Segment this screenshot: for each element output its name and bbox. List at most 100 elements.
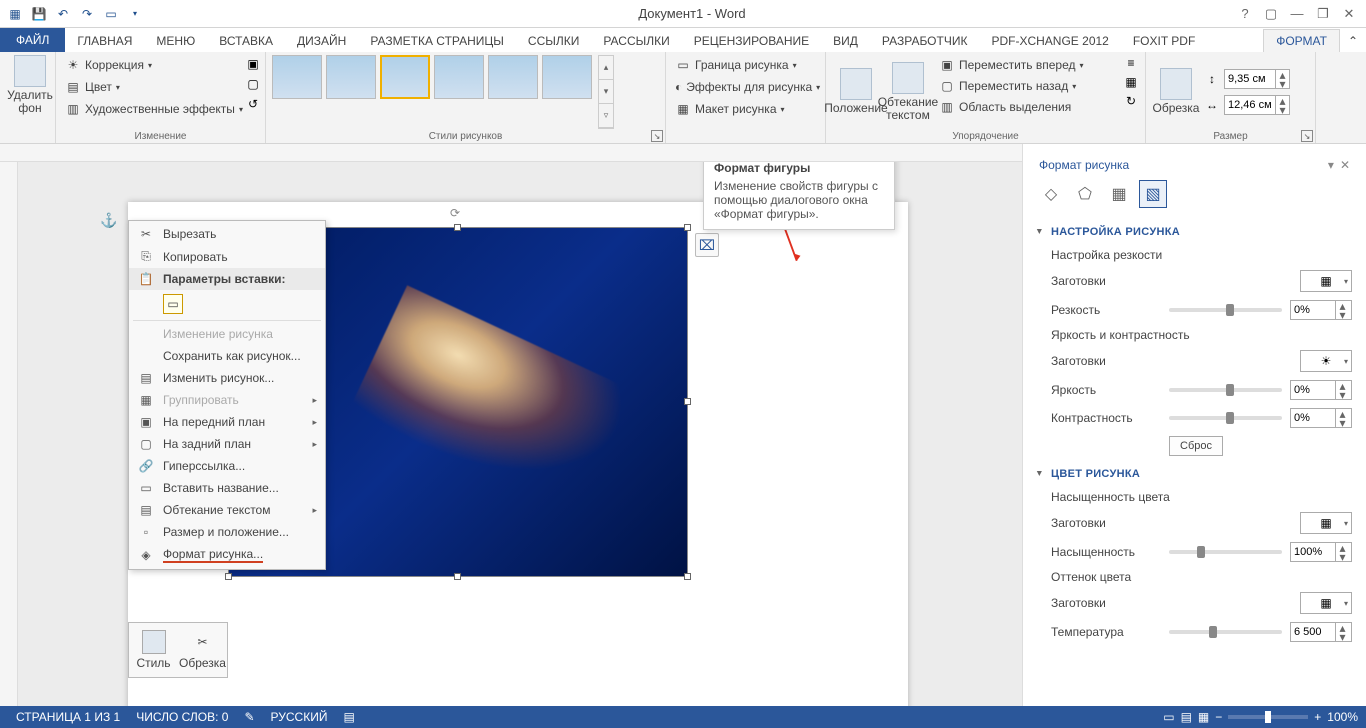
resize-handle[interactable] bbox=[684, 398, 691, 405]
ctx-insert-caption[interactable]: ▭Вставить название... bbox=[129, 477, 325, 499]
align-icon[interactable]: ≡ bbox=[1123, 55, 1139, 71]
bc-presets-combo[interactable]: ☀ bbox=[1300, 350, 1352, 372]
tab-layout[interactable]: РАЗМЕТКА СТРАНИЦЫ bbox=[358, 30, 516, 52]
ctx-copy[interactable]: ⎘Копировать bbox=[129, 245, 325, 268]
ctx-save-as-picture[interactable]: Сохранить как рисунок... bbox=[129, 345, 325, 367]
picture-styles-gallery[interactable] bbox=[272, 55, 592, 129]
ctx-send-to-back[interactable]: ▢На задний план▸ bbox=[129, 433, 325, 455]
status-proof-icon[interactable]: ✎ bbox=[236, 710, 262, 724]
rotate-icon[interactable]: ↻ bbox=[1123, 93, 1139, 109]
restore-icon[interactable]: ❐ bbox=[1312, 3, 1334, 25]
width-input[interactable]: ▴▾ bbox=[1224, 95, 1290, 115]
layout-tab-icon[interactable]: ▦ bbox=[1105, 180, 1133, 208]
tab-review[interactable]: РЕЦЕНЗИРОВАНИЕ bbox=[682, 30, 821, 52]
resize-handle[interactable] bbox=[225, 573, 232, 580]
style-item[interactable] bbox=[542, 55, 592, 99]
temperature-slider[interactable] bbox=[1169, 630, 1282, 634]
style-item[interactable] bbox=[326, 55, 376, 99]
resize-handle[interactable] bbox=[454, 224, 461, 231]
compress-icon[interactable]: ▣ bbox=[245, 56, 261, 72]
zoom-in-icon[interactable]: + bbox=[1314, 710, 1321, 724]
color-button[interactable]: ▤Цвет▾ bbox=[62, 77, 259, 97]
saturation-slider[interactable] bbox=[1169, 550, 1282, 554]
help-icon[interactable]: ? bbox=[1234, 3, 1256, 25]
sat-presets-combo[interactable]: ▦ bbox=[1300, 512, 1352, 534]
redo-icon[interactable]: ↷ bbox=[76, 3, 98, 25]
position-button[interactable]: Положение bbox=[832, 55, 880, 129]
contrast-input[interactable]: ▴▾ bbox=[1290, 408, 1352, 428]
styles-dialog-launcher[interactable]: ↘ bbox=[651, 130, 663, 142]
section-picture-corrections[interactable]: НАСТРОЙКА РИСУНКА bbox=[1037, 218, 1352, 244]
gallery-scroll[interactable]: ▴▾▿ bbox=[598, 55, 614, 129]
ribbon-options-icon[interactable]: ▢ bbox=[1260, 3, 1282, 25]
ctx-hyperlink[interactable]: 🔗Гиперссылка... bbox=[129, 455, 325, 477]
brightness-slider[interactable] bbox=[1169, 388, 1282, 392]
style-item[interactable] bbox=[272, 55, 322, 99]
send-backward-button[interactable]: ▢Переместить назад▾ bbox=[936, 76, 1119, 96]
tone-presets-combo[interactable]: ▦ bbox=[1300, 592, 1352, 614]
tab-view[interactable]: ВИД bbox=[821, 30, 870, 52]
minimize-icon[interactable]: — bbox=[1286, 3, 1308, 25]
undo-icon[interactable]: ↶ bbox=[52, 3, 74, 25]
new-icon[interactable]: ▭ bbox=[100, 3, 122, 25]
ctx-format-picture[interactable]: ◈Формат рисунка... bbox=[129, 543, 325, 567]
ribbon-collapse-icon[interactable]: ⌃ bbox=[1340, 30, 1366, 52]
selection-pane-button[interactable]: ▥Область выделения bbox=[936, 97, 1119, 117]
status-language[interactable]: РУССКИЙ bbox=[263, 710, 336, 724]
section-picture-color[interactable]: ЦВЕТ РИСУНКА bbox=[1037, 460, 1352, 486]
brightness-input[interactable]: ▴▾ bbox=[1290, 380, 1352, 400]
resize-handle[interactable] bbox=[454, 573, 461, 580]
picture-tab-icon[interactable]: ▧ bbox=[1139, 180, 1167, 208]
picture-border-button[interactable]: ▭Граница рисунка▾ bbox=[672, 55, 819, 75]
height-input[interactable]: ▴▾ bbox=[1224, 69, 1290, 89]
ctx-edit-picture[interactable]: ▤Изменить рисунок... bbox=[129, 367, 325, 389]
tab-design[interactable]: ДИЗАЙН bbox=[285, 30, 358, 52]
contrast-slider[interactable] bbox=[1169, 416, 1282, 420]
size-dialog-launcher[interactable]: ↘ bbox=[1301, 130, 1313, 142]
mini-crop-button[interactable]: ✂Обрезка bbox=[178, 623, 227, 677]
bring-forward-button[interactable]: ▣Переместить вперед▾ bbox=[936, 55, 1119, 75]
ruler-vertical[interactable] bbox=[0, 162, 18, 706]
temperature-input[interactable]: ▴▾ bbox=[1290, 622, 1352, 642]
panel-close-icon[interactable]: ✕ bbox=[1340, 158, 1350, 172]
resize-handle[interactable] bbox=[684, 573, 691, 580]
effects-tab-icon[interactable]: ⬠ bbox=[1071, 180, 1099, 208]
ctx-paste-option[interactable]: ▭ bbox=[129, 290, 325, 318]
tab-menu[interactable]: Меню bbox=[144, 30, 207, 52]
style-item[interactable] bbox=[434, 55, 484, 99]
crop-button[interactable]: Обрезка bbox=[1152, 55, 1200, 129]
ctx-bring-to-front[interactable]: ▣На передний план▸ bbox=[129, 411, 325, 433]
zoom-level[interactable]: 100% bbox=[1327, 710, 1358, 724]
sharpness-input[interactable]: ▴▾ bbox=[1290, 300, 1352, 320]
reset-button[interactable]: Сброс bbox=[1169, 436, 1223, 456]
qat-more-icon[interactable]: ▾ bbox=[124, 3, 146, 25]
style-item[interactable] bbox=[488, 55, 538, 99]
tab-mailings[interactable]: РАССЫЛКИ bbox=[591, 30, 681, 52]
group-icon[interactable]: ▦ bbox=[1123, 74, 1139, 90]
zoom-slider[interactable] bbox=[1228, 715, 1308, 719]
layout-options-icon[interactable]: ⌧ bbox=[695, 233, 719, 257]
picture-effects-button[interactable]: ◐Эффекты для рисунка▾ bbox=[672, 77, 819, 97]
remove-bg-button[interactable]: Удалить фон bbox=[6, 55, 54, 115]
resize-handle[interactable] bbox=[684, 224, 691, 231]
ctx-wrap-text[interactable]: ▤Обтекание текстом▸ bbox=[129, 499, 325, 521]
art-effects-button[interactable]: ▥Художественные эффекты▾ bbox=[62, 99, 259, 119]
sharpen-presets-combo[interactable]: ▦ bbox=[1300, 270, 1352, 292]
picture-layout-button[interactable]: ▦Макет рисунка▾ bbox=[672, 99, 819, 119]
close-icon[interactable]: ✕ bbox=[1338, 3, 1360, 25]
tab-insert[interactable]: ВСТАВКА bbox=[207, 30, 285, 52]
tab-developer[interactable]: РАЗРАБОТЧИК bbox=[870, 30, 980, 52]
mini-style-button[interactable]: Стиль bbox=[129, 623, 178, 677]
tab-file[interactable]: ФАЙЛ bbox=[0, 28, 65, 52]
tab-home[interactable]: ГЛАВНАЯ bbox=[65, 30, 144, 52]
saturation-input[interactable]: ▴▾ bbox=[1290, 542, 1352, 562]
sharpness-slider[interactable] bbox=[1169, 308, 1282, 312]
reset-pic-icon[interactable]: ↺ bbox=[245, 96, 261, 112]
wrap-text-button[interactable]: Обтекание текстом bbox=[884, 55, 932, 129]
tab-foxit[interactable]: Foxit PDF bbox=[1121, 30, 1207, 52]
status-macro-icon[interactable]: ▤ bbox=[335, 710, 362, 724]
change-pic-icon[interactable]: ▢ bbox=[245, 76, 261, 92]
rotate-handle[interactable]: ⟳ bbox=[450, 206, 466, 222]
tab-pdfx[interactable]: PDF-XChange 2012 bbox=[979, 30, 1120, 52]
save-icon[interactable]: 💾 bbox=[28, 3, 50, 25]
